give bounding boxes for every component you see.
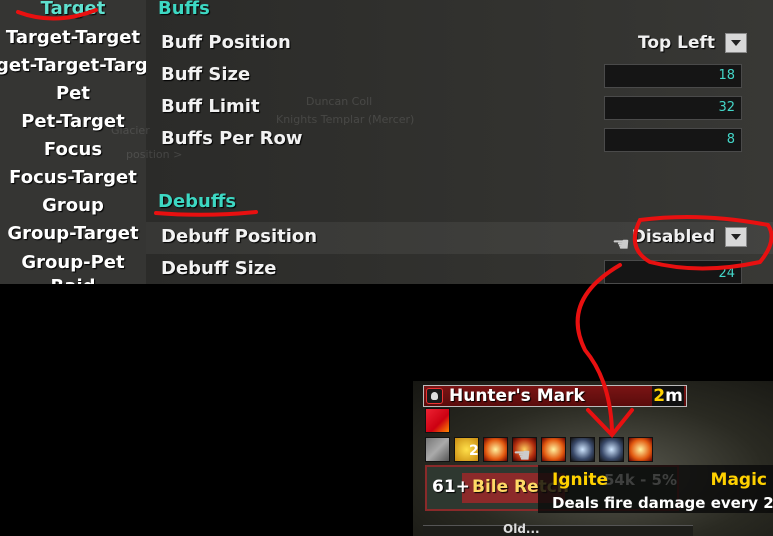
tooltip-spell-name: Ignite <box>552 470 609 490</box>
tooltip-description: Deals fire damage every 2 sec. <box>552 494 773 512</box>
grey-aura-icon[interactable] <box>425 437 450 462</box>
buff-size-label: Buff Size <box>161 64 251 85</box>
aura-tooltip: Ignite 54k - 5% Magic Deals fire damage … <box>538 465 773 513</box>
buff-position-value[interactable]: Top Left <box>638 33 715 53</box>
debuff-position-value[interactable]: Disabled <box>632 227 715 247</box>
sidebar-item-pet[interactable]: Pet <box>0 83 146 104</box>
sidebar-item-target-target[interactable]: Target-Target <box>0 27 146 48</box>
buff-position-label: Buff Position <box>161 32 291 53</box>
buff-limit-input[interactable]: 32 <box>604 96 742 120</box>
debuff-bar: Hunter's Mark 2m <box>423 385 687 407</box>
sidebar-item-focus[interactable]: Focus <box>0 139 146 160</box>
skull-icon <box>426 388 443 404</box>
sidebar-item-target[interactable]: Target <box>0 0 146 19</box>
sidebar-item-group-target[interactable]: Group-Target <box>0 223 146 244</box>
debuff-name: Hunter's Mark <box>449 386 585 406</box>
debuff-size-row: Debuff Size 24 <box>146 254 773 284</box>
buff-size-row: Buff Size 18 <box>146 60 773 92</box>
debuff-position-dropdown-button[interactable] <box>725 227 747 247</box>
target-frame-preview: Hunter's Mark 2m 2 61+ Bile Retch Ignite… <box>413 381 773 536</box>
debuff-timer: 2m <box>652 386 684 406</box>
aura-stack-count: 2 <box>469 443 479 459</box>
red-aura-icon[interactable] <box>425 408 450 433</box>
tooltip-dispel-type: Magic <box>710 470 767 490</box>
buff-limit-label: Buff Limit <box>161 96 260 117</box>
debuff-timer-number: 2 <box>653 386 666 406</box>
sidebar-item-target-target-target[interactable]: get-Target-Target <box>0 55 169 76</box>
fire-aura-icon[interactable] <box>628 437 653 462</box>
lower-frame-label: Old... <box>503 522 540 536</box>
frost-aura-icon[interactable] <box>570 437 595 462</box>
gauntlet-cursor-icon: ☚ <box>612 232 630 256</box>
background-ghost-text: Glacier <box>111 124 150 137</box>
target-level: 61+ <box>432 477 470 497</box>
buff-size-input[interactable]: 18 <box>604 64 742 88</box>
buff-position-dropdown-button[interactable] <box>725 33 747 53</box>
debuff-position-label: Debuff Position <box>161 226 318 247</box>
frost-aura-icon[interactable] <box>599 437 624 462</box>
unit-frame-sidebar: Target Target-Target get-Target-Target P… <box>0 0 169 284</box>
debuff-size-label: Debuff Size <box>161 258 277 279</box>
buff-position-row: Buff Position Top Left <box>146 28 773 60</box>
sidebar-item-raid[interactable]: Raid <box>0 276 146 284</box>
sidebar-item-focus-target[interactable]: Focus-Target <box>0 167 146 188</box>
buff-limit-row: Buff Limit 32 <box>146 92 773 124</box>
debuff-timer-unit: m <box>665 386 683 406</box>
debuff-size-input[interactable]: 24 <box>604 260 742 284</box>
buffs-per-row-row: Buffs Per Row 8 <box>146 124 773 156</box>
debuffs-section-title: Debuffs <box>158 191 237 212</box>
fire-aura-icon[interactable] <box>483 437 508 462</box>
options-content: Duncan Coll Knights Templar (Mercer) Gla… <box>111 0 773 284</box>
gauntlet-cursor-icon: ☚ <box>513 443 531 467</box>
sidebar-item-group-pet[interactable]: Group-Pet <box>0 252 146 273</box>
lower-frame: Old... <box>423 522 693 536</box>
buffs-per-row-label: Buffs Per Row <box>161 128 303 149</box>
buffs-per-row-input[interactable]: 8 <box>604 128 742 152</box>
settings-panel: Target Target-Target get-Target-Target P… <box>0 0 773 284</box>
fire-aura-icon[interactable] <box>541 437 566 462</box>
tooltip-background-text: 54k - 5% <box>604 471 677 489</box>
debuff-position-row: Debuff Position Disabled <box>146 222 773 254</box>
sidebar-item-group[interactable]: Group <box>0 195 146 216</box>
buffs-section-title: Buffs <box>158 0 210 19</box>
